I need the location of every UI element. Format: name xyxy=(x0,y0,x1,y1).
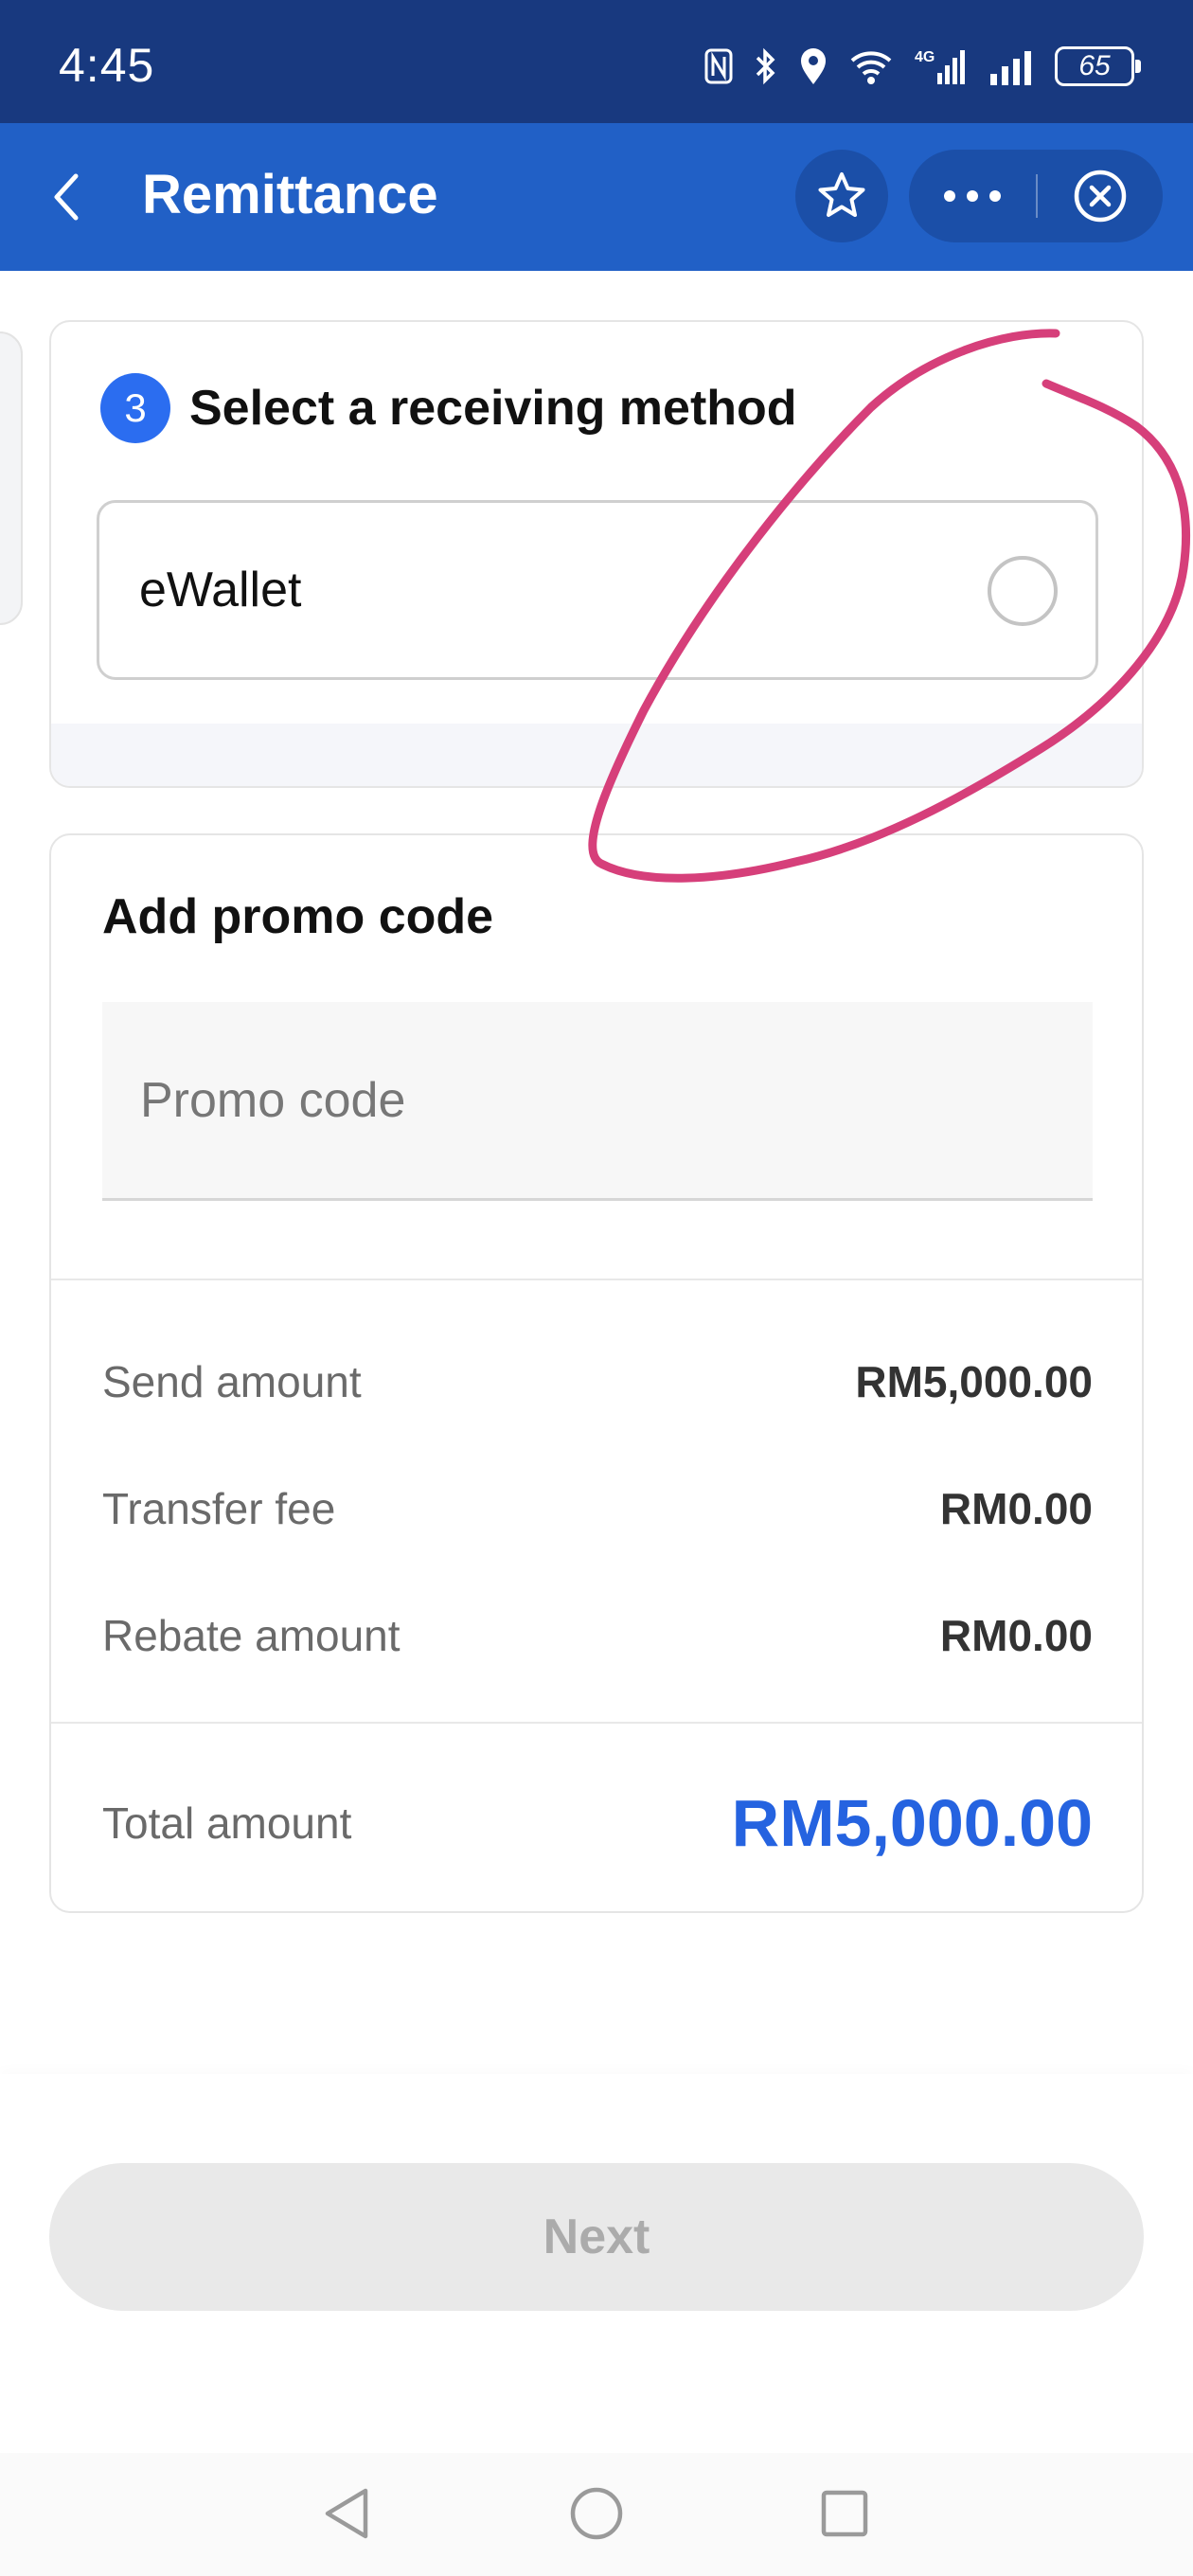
more-dots-icon xyxy=(944,190,1001,202)
row-value: RM5,000.00 xyxy=(855,1357,1093,1406)
total-amount-row: Total amount RM5,000.00 xyxy=(102,1780,1093,1866)
section-title: Select a receiving method xyxy=(189,381,797,436)
nav-home-button[interactable] xyxy=(559,2476,634,2551)
bluetooth-icon xyxy=(754,46,778,86)
nav-back-icon xyxy=(325,2488,368,2539)
battery-level: 65 xyxy=(1078,50,1111,81)
promo-field xyxy=(102,1002,1093,1201)
rebate-amount-row: Rebate amount RM0.00 xyxy=(102,1602,1093,1669)
page-title: Remittance xyxy=(142,164,438,225)
row-value: RM0.00 xyxy=(939,1484,1093,1533)
radio-button[interactable] xyxy=(988,556,1058,626)
star-icon xyxy=(818,172,865,217)
row-label: Transfer fee xyxy=(102,1484,336,1533)
transfer-fee-row: Transfer fee RM0.00 xyxy=(102,1476,1093,1542)
battery-icon: 65 xyxy=(1055,46,1141,86)
card-footer-strip xyxy=(51,724,1142,786)
previous-card-edge xyxy=(0,331,23,625)
close-circle-icon xyxy=(1074,170,1127,223)
signal-4g-icon: 4G xyxy=(915,46,968,86)
status-time: 4:45 xyxy=(59,39,155,92)
back-button[interactable] xyxy=(28,159,104,235)
nav-recents-button[interactable] xyxy=(807,2476,882,2551)
step-badge: 3 xyxy=(100,373,170,443)
promo-code-input[interactable] xyxy=(102,1002,1093,1198)
send-amount-row: Send amount RM5,000.00 xyxy=(102,1349,1093,1415)
summary-card: Add promo code Send amount RM5,000.00 Tr… xyxy=(49,833,1144,1913)
location-icon xyxy=(799,46,828,86)
nav-home-icon xyxy=(570,2487,623,2540)
option-label: eWallet xyxy=(139,563,302,617)
wifi-icon xyxy=(848,47,894,85)
ewallet-option[interactable]: eWallet xyxy=(97,500,1098,680)
promo-title: Add promo code xyxy=(102,889,494,944)
more-button[interactable] xyxy=(909,150,1036,242)
next-button[interactable]: Next xyxy=(49,2163,1144,2311)
receiving-method-card: 3 Select a receiving method eWallet xyxy=(49,320,1144,788)
back-chevron-icon xyxy=(54,173,79,221)
divider xyxy=(51,1279,1142,1280)
close-button[interactable] xyxy=(1038,150,1163,242)
row-label: Send amount xyxy=(102,1357,362,1406)
system-nav-bar xyxy=(0,2453,1193,2576)
favorite-button[interactable] xyxy=(795,150,888,242)
mini-program-capsule xyxy=(909,150,1163,242)
divider xyxy=(51,1722,1142,1724)
total-label: Total amount xyxy=(102,1798,352,1848)
nav-recents-icon xyxy=(821,2490,868,2537)
status-bar: 4:45 4G 65 xyxy=(0,0,1193,123)
nav-back-button[interactable] xyxy=(309,2476,384,2551)
signal-icon xyxy=(988,47,1034,85)
row-value: RM0.00 xyxy=(939,1611,1093,1660)
app-header: Remittance xyxy=(0,123,1193,271)
nfc-icon xyxy=(704,47,733,85)
total-value: RM5,000.00 xyxy=(731,1786,1093,1860)
status-icons: 4G 65 xyxy=(704,44,1141,89)
row-label: Rebate amount xyxy=(102,1611,401,1660)
svg-text:4G: 4G xyxy=(915,49,935,65)
